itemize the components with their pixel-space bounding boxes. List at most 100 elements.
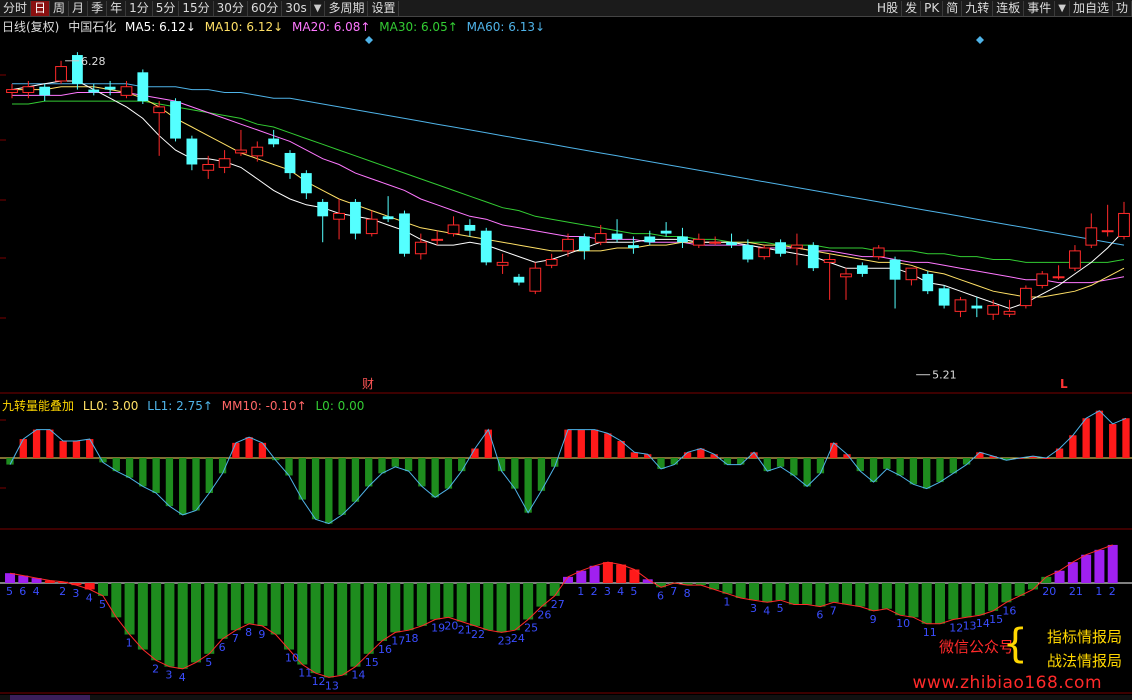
sequence-count-label: 1: [1095, 585, 1102, 598]
candle-body: [350, 201, 361, 234]
candle-body: [399, 213, 410, 254]
sub1-bar: [1095, 410, 1104, 458]
sequence-count-label: 6: [657, 589, 664, 602]
sub1-bar: [1122, 418, 1130, 458]
candle-body: [22, 86, 35, 93]
scrollbar-thumb[interactable]: [10, 695, 90, 700]
candle-body: [317, 201, 329, 217]
sub1-bar: [790, 458, 798, 476]
sub1-bar: [564, 429, 572, 458]
sequence-count-label: 5: [205, 656, 212, 669]
sub2-bar: [5, 573, 15, 583]
sub1-bar: [803, 458, 811, 487]
sub1-bar: [59, 440, 67, 458]
candle-body: [578, 236, 590, 251]
sub1-bar: [404, 458, 413, 472]
sub1-bar: [325, 458, 333, 524]
candle-body: [889, 259, 901, 280]
sequence-count-label: 21: [458, 624, 472, 637]
sub2-bar: [270, 583, 281, 635]
watermark-brand1: 指标情报局: [1046, 628, 1122, 646]
sub2-bar: [602, 562, 613, 583]
sub1-bar: [218, 458, 227, 474]
sub2-bar: [842, 583, 852, 605]
sequence-count-label: 9: [258, 628, 265, 641]
sub2-bar: [921, 583, 932, 624]
sequence-count-label: 19: [431, 621, 445, 634]
sub2-bar: [191, 583, 201, 663]
sub1-bar: [258, 442, 267, 458]
sequence-count-label: 26: [537, 609, 551, 622]
horizontal-scrollbar[interactable]: [0, 695, 1132, 700]
sequence-count-label: 11: [298, 667, 312, 680]
candle-body: [807, 245, 819, 269]
sequence-count-label: 9: [870, 613, 877, 626]
candle-body: [88, 89, 100, 93]
sequence-count-label: 12: [949, 621, 963, 634]
watermark-brace: {: [1002, 621, 1028, 667]
candle-body: [1052, 276, 1065, 279]
sub2-bar: [137, 583, 148, 650]
candle-body: [922, 273, 934, 292]
sub1-bar: [909, 458, 918, 485]
sub2-bar: [1067, 562, 1078, 583]
sub1-bar: [936, 458, 944, 483]
sequence-count-label: 14: [976, 617, 990, 630]
sequence-count-label: 10: [285, 652, 299, 665]
sequence-count-label: 16: [1002, 604, 1016, 617]
sub1-bar: [179, 458, 187, 515]
sequence-count-label: 6: [219, 641, 226, 654]
sub2-line: [9, 544, 1113, 678]
financial-report-marker: 财: [362, 377, 374, 391]
high-price-label: 6.28: [81, 55, 106, 68]
sequence-count-label: 6: [19, 585, 26, 598]
sub2-bar: [895, 583, 906, 616]
sequence-count-label: 4: [179, 671, 186, 684]
sub1-bar: [338, 458, 346, 515]
candle-body: [954, 299, 967, 312]
candle-body: [628, 245, 639, 248]
candle-body: [726, 242, 737, 246]
watermark-url: www.zhibiao168.com: [912, 673, 1102, 693]
sub1-bar: [723, 458, 732, 465]
sub2-bar: [735, 583, 746, 599]
watermark-brand2: 战法情报局: [1046, 652, 1122, 670]
sub1-bar: [152, 458, 160, 493]
sequence-count-label: 4: [86, 591, 93, 604]
candle-body: [202, 163, 215, 171]
candle-body: [431, 238, 444, 241]
sequence-count-label: 4: [763, 604, 770, 617]
candle-body: [692, 238, 705, 246]
sub2-bar: [284, 583, 294, 650]
sequence-count-label: 2: [152, 662, 159, 675]
sequence-count-label: 18: [405, 632, 419, 645]
sequence-count-label: 22: [471, 628, 485, 641]
candle-body: [284, 152, 296, 174]
sequence-count-label: 4: [33, 585, 40, 598]
candle-body: [1085, 227, 1098, 246]
candle-body: [660, 230, 672, 234]
sub2-bar: [124, 583, 135, 635]
sub1-bar: [19, 439, 27, 458]
sequence-count-label: 5: [630, 585, 637, 598]
sub2-bar: [403, 583, 414, 631]
sub2-bar: [948, 583, 959, 620]
candle-body: [218, 158, 231, 168]
sub1-bar: [883, 458, 891, 469]
sequence-count-label: 2: [59, 585, 66, 598]
sub1-bar: [351, 458, 360, 502]
candle-body: [251, 146, 264, 157]
sub1-bar: [365, 458, 373, 487]
sub2-bar: [549, 583, 560, 596]
candle-body: [55, 66, 67, 82]
chart-canvas[interactable]: 6.285.21财 L5 6 4 2 3 4 512 3 4567 8 9101112 13141516…: [0, 0, 1132, 700]
sub2-bar: [217, 583, 228, 639]
sub2-bar: [377, 583, 387, 641]
sub2-bar: [496, 583, 507, 633]
candle-body: [758, 247, 771, 258]
low-price-label: 5.21: [932, 369, 957, 382]
sub2-bar: [257, 583, 268, 626]
sub2-bar: [430, 583, 441, 620]
sequence-count-label: 25: [524, 621, 538, 634]
candle-body: [1118, 212, 1130, 237]
